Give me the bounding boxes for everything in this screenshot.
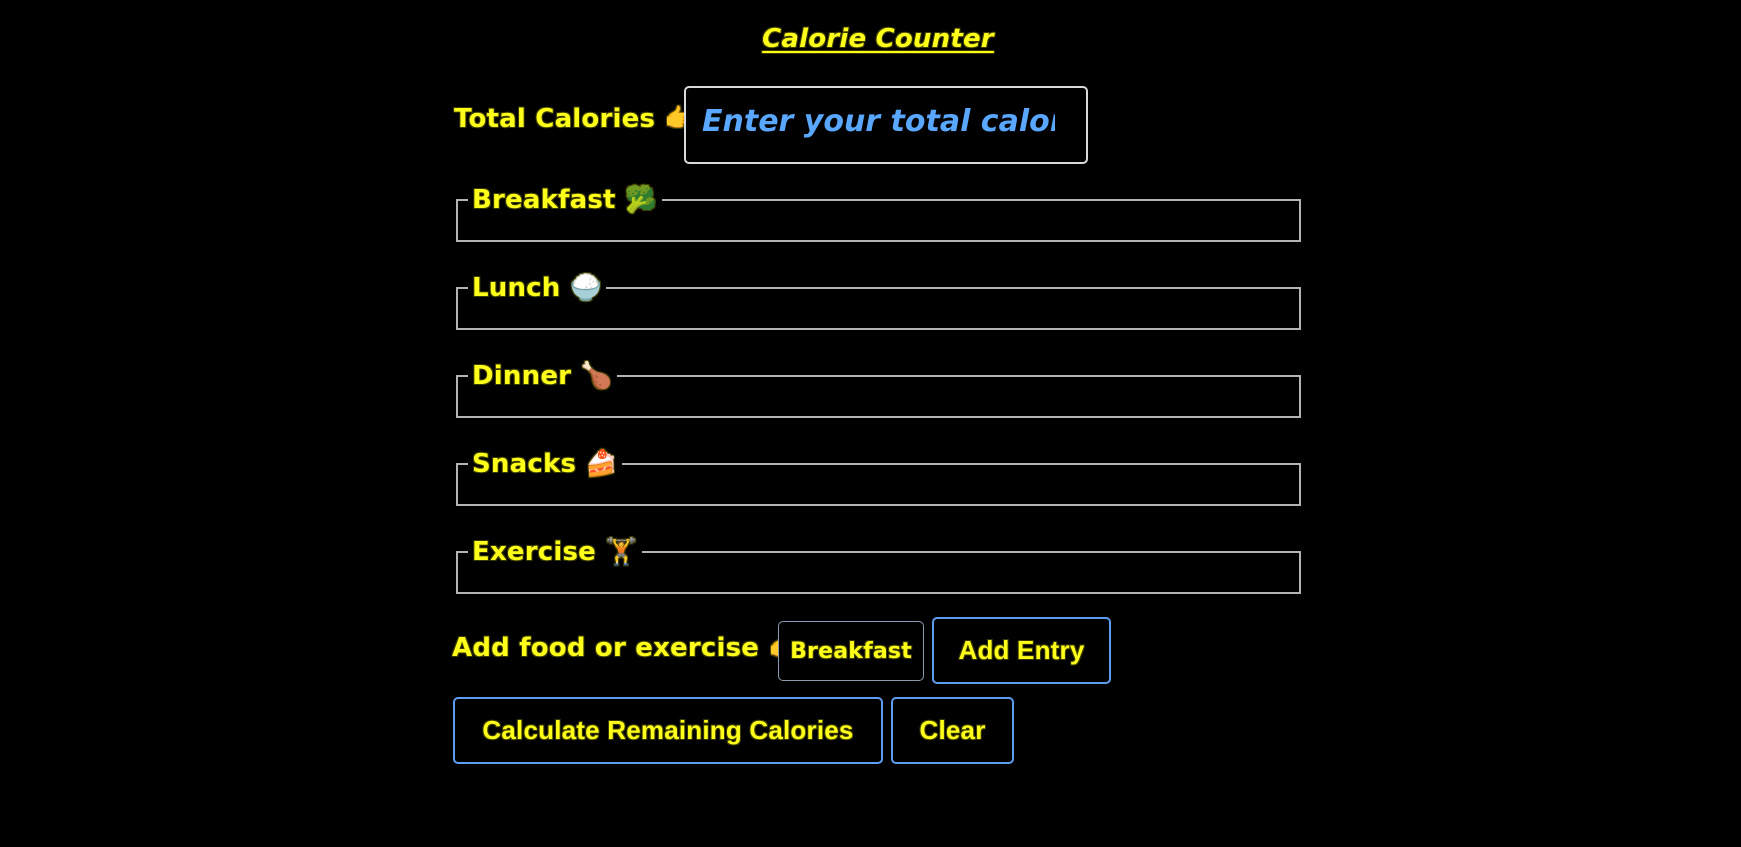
dinner-section: Dinner 🍗 xyxy=(456,362,1301,418)
calculate-remaining-calories-button[interactable]: Calculate Remaining Calories xyxy=(453,697,883,764)
entry-category-dropdown[interactable]: Breakfast xyxy=(778,621,924,681)
entry-category-selected: Breakfast xyxy=(790,638,912,664)
total-calories-label: Total Calories 👉 xyxy=(454,104,697,134)
exercise-section: Exercise 🏋️ xyxy=(456,538,1301,594)
snacks-section: Snacks 🍰 xyxy=(456,450,1301,506)
breakfast-section: Breakfast 🥦 xyxy=(456,186,1301,242)
snacks-legend: Snacks 🍰 xyxy=(472,449,618,479)
breakfast-legend: Breakfast 🥦 xyxy=(472,185,658,215)
add-entry-label: Add food or exercise 👉 xyxy=(452,633,801,663)
exercise-legend: Exercise 🏋️ xyxy=(472,537,638,567)
dinner-legend: Dinner 🍗 xyxy=(472,361,613,391)
lunch-section: Lunch 🍚 xyxy=(456,274,1301,330)
clear-button[interactable]: Clear xyxy=(891,697,1014,764)
page-title: Calorie Counter xyxy=(762,24,994,54)
lunch-legend: Lunch 🍚 xyxy=(472,273,603,303)
add-entry-button[interactable]: Add Entry xyxy=(932,617,1111,684)
total-calories-input[interactable] xyxy=(684,86,1088,164)
